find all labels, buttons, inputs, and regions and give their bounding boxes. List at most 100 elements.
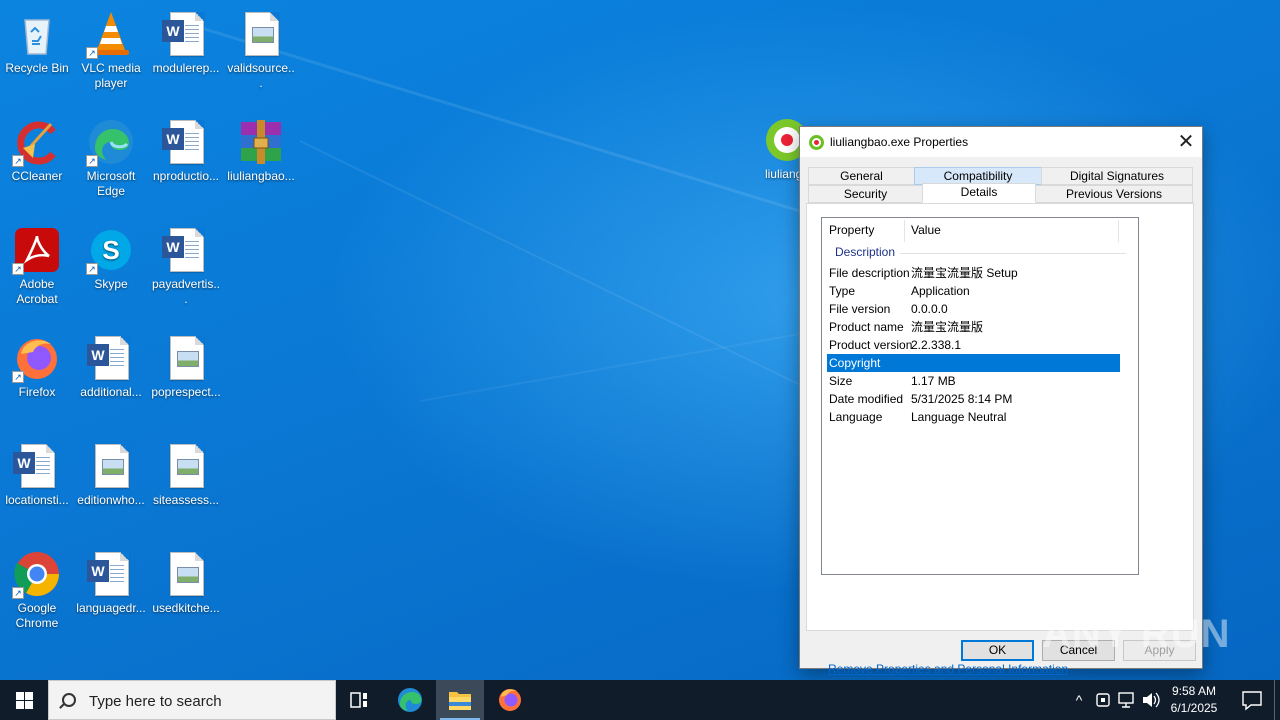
desktop-icon-liuliangbao-archive[interactable]: liuliangbao... <box>224 112 298 184</box>
details-row[interactable]: Date modified 5/31/2025 8:14 PM <box>827 390 1120 408</box>
tab-security[interactable]: Security <box>808 185 923 203</box>
tab-digital-signatures[interactable]: Digital Signatures <box>1041 167 1193 185</box>
desktop-icon-microsoft-edge[interactable]: ↗ Microsoft Edge <box>74 112 148 199</box>
icon-label: additional... <box>80 385 142 399</box>
property-value: 2.2.338.1 <box>911 338 962 352</box>
tab-previous-versions[interactable]: Previous Versions <box>1035 185 1193 203</box>
icon-label: locationsti... <box>5 493 69 507</box>
ok-button[interactable]: OK <box>961 640 1034 661</box>
icon-label: CCleaner <box>11 169 63 183</box>
desktop-icon-vlc[interactable]: ↗ VLC media player <box>74 4 148 91</box>
tab-general[interactable]: General <box>808 167 915 185</box>
desktop-icon-poprespect[interactable]: poprespect... <box>149 328 223 400</box>
column-separator[interactable] <box>1118 220 1119 242</box>
folder-icon <box>449 692 471 710</box>
tray-device-icon[interactable] <box>1092 680 1114 720</box>
desktop-icon-recycle-bin[interactable]: Recycle Bin <box>0 4 74 76</box>
show-desktop-button[interactable] <box>1274 680 1280 720</box>
desktop-icon-payadvertis[interactable]: W payadvertis... <box>149 220 223 307</box>
icon-label: VLC media player <box>81 61 141 90</box>
image-file-icon <box>237 10 285 58</box>
word-document-icon: W <box>87 550 135 598</box>
word-document-icon: W <box>162 226 210 274</box>
shortcut-arrow-icon: ↗ <box>86 263 98 275</box>
vlc-cone-icon: ↗ <box>86 10 135 59</box>
desktop-icon-usedkitche[interactable]: usedkitche... <box>149 544 223 616</box>
details-row[interactable]: Product version 2.2.338.1 <box>827 336 1120 354</box>
desktop-icon-validsource[interactable]: validsource... <box>224 4 298 91</box>
word-document-icon: W <box>87 334 135 382</box>
task-view-button[interactable] <box>336 680 384 720</box>
action-center-button[interactable] <box>1232 680 1272 720</box>
shortcut-arrow-icon: ↗ <box>86 155 98 167</box>
details-row[interactable]: Type Application <box>827 282 1120 300</box>
property-value: Application <box>911 284 970 298</box>
taskbar-firefox[interactable] <box>486 680 534 720</box>
image-file-icon <box>162 442 210 490</box>
column-header-property[interactable]: Property <box>822 218 904 242</box>
icon-label: liuliangbao... <box>227 169 295 183</box>
desktop-icon-locationsti[interactable]: W locationsti... <box>0 436 74 508</box>
icon-label: Skype <box>94 277 128 291</box>
speaker-icon <box>1143 692 1160 708</box>
property-value: 0.0.0.0 <box>911 302 948 316</box>
desktop-icon-adobe-acrobat[interactable]: ↗ Adobe Acrobat <box>0 220 74 307</box>
property-value: 流量宝流量版 Setup <box>911 266 1018 280</box>
start-button[interactable] <box>0 680 48 720</box>
taskbar-clock[interactable]: 9:58 AM 6/1/2025 <box>1160 683 1228 717</box>
desktop-icon-google-chrome[interactable]: ↗ Google Chrome <box>0 544 74 631</box>
property-name: Type <box>829 284 856 298</box>
show-hidden-icons-button[interactable]: ^ <box>1068 680 1090 720</box>
chrome-icon: ↗ <box>12 550 61 599</box>
desktop-icon-modulerep[interactable]: W modulerep... <box>149 4 223 76</box>
winrar-archive-icon <box>237 118 285 166</box>
icon-label: modulerep... <box>152 61 220 75</box>
close-button[interactable]: ✕ <box>1170 127 1202 157</box>
desktop-icon-ccleaner[interactable]: ↗ CCleaner <box>0 112 74 184</box>
property-value: 5/31/2025 8:14 PM <box>911 392 1013 406</box>
details-row[interactable]: Size 1.17 MB <box>827 372 1120 390</box>
skype-icon: S ↗ <box>86 226 135 275</box>
dialog-title: liuliangbao.exe Properties <box>830 135 969 149</box>
desktop-icon-firefox[interactable]: ↗ Firefox <box>0 328 74 400</box>
taskbar-file-explorer[interactable] <box>436 680 484 720</box>
details-row[interactable]: Product name 流量宝流量版 <box>827 318 1120 336</box>
shortcut-arrow-icon: ↗ <box>12 587 24 599</box>
details-row[interactable]: Language Language Neutral <box>827 408 1120 426</box>
property-name: File version <box>829 302 891 316</box>
word-document-icon: W <box>162 10 210 58</box>
desktop-icon-additional[interactable]: W additional... <box>74 328 148 400</box>
tray-volume-icon[interactable] <box>1140 680 1162 720</box>
icon-label: editionwho... <box>77 493 145 507</box>
notification-icon <box>1242 691 1262 711</box>
desktop-icon-skype[interactable]: S ↗ Skype <box>74 220 148 292</box>
task-view-icon <box>350 692 367 708</box>
shortcut-arrow-icon: ↗ <box>12 263 24 275</box>
tray-network-icon[interactable] <box>1116 680 1138 720</box>
remove-properties-link[interactable]: Remove Properties and Personal Informati… <box>828 662 1068 676</box>
dialog-titlebar[interactable]: liuliangbao.exe Properties ✕ <box>800 127 1202 157</box>
image-file-icon <box>162 334 210 382</box>
desktop-icon-editionwho[interactable]: editionwho... <box>74 436 148 508</box>
taskbar-search-box[interactable]: Type here to search <box>48 680 336 720</box>
property-name: Language <box>829 410 883 424</box>
app-icon <box>809 135 824 150</box>
details-row-selected[interactable]: Copyright <box>827 354 1120 372</box>
properties-dialog: liuliangbao.exe Properties ✕ General Com… <box>799 126 1203 676</box>
desktop-icon-nproductio[interactable]: W nproductio... <box>149 112 223 184</box>
desktop-icon-siteassess[interactable]: siteassess... <box>149 436 223 508</box>
details-row[interactable]: File description 流量宝流量版 Setup <box>827 264 1120 282</box>
word-document-icon: W <box>13 442 61 490</box>
column-header-value[interactable]: Value <box>904 218 1118 242</box>
tab-details[interactable]: Details <box>922 183 1036 203</box>
shortcut-arrow-icon: ↗ <box>12 371 24 383</box>
search-placeholder: Type here to search <box>89 693 222 710</box>
property-name: Copyright <box>829 356 881 370</box>
taskbar-edge[interactable] <box>386 680 434 720</box>
desktop-icon-languagedr[interactable]: W languagedr... <box>74 544 148 616</box>
details-listview[interactable]: Property Value Description File descript… <box>821 217 1139 575</box>
details-row[interactable]: File version 0.0.0.0 <box>827 300 1120 318</box>
shortcut-arrow-icon: ↗ <box>12 155 24 167</box>
svg-text:S: S <box>102 235 119 265</box>
details-panel: Property Value Description File descript… <box>806 203 1194 676</box>
